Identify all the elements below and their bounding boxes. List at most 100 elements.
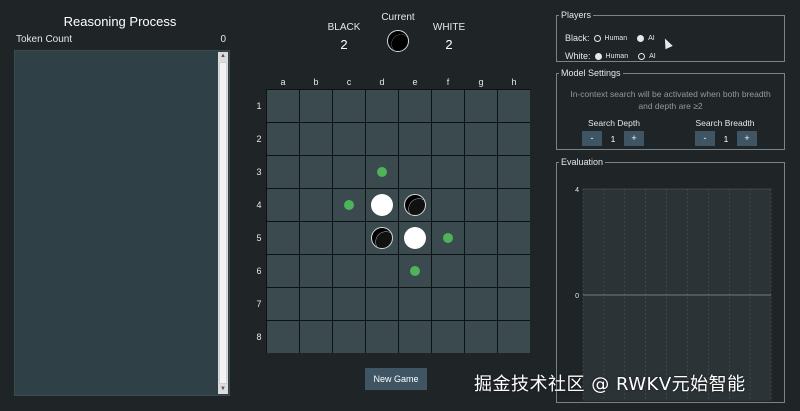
search-depth-value: 1 <box>610 134 616 144</box>
board-cell-c8[interactable] <box>333 321 365 353</box>
board-cell-e6[interactable] <box>399 255 431 287</box>
board-cell-d1[interactable] <box>366 90 398 122</box>
board-cell-b7[interactable] <box>300 288 332 320</box>
board-cell-b4[interactable] <box>300 189 332 221</box>
white-human-radio[interactable] <box>594 52 602 60</box>
token-count-label: Token Count <box>16 34 73 45</box>
board-cell-d7[interactable] <box>366 288 398 320</box>
board-cell-e7[interactable] <box>399 288 431 320</box>
board-cell-f8[interactable] <box>432 321 464 353</box>
board-cell-e3[interactable] <box>399 156 431 188</box>
board-cell-d4[interactable] <box>366 189 398 221</box>
board-cell-b5[interactable] <box>300 222 332 254</box>
row-label-8: 8 <box>256 332 262 342</box>
board-cell-g2[interactable] <box>465 123 497 155</box>
black-score-count: 2 <box>340 37 348 52</box>
board-cell-d6[interactable] <box>366 255 398 287</box>
row-label-1: 1 <box>256 101 262 111</box>
board-cell-a8[interactable] <box>267 321 299 353</box>
board-cell-b3[interactable] <box>300 156 332 188</box>
board-cell-f2[interactable] <box>432 123 464 155</box>
board-cell-e5[interactable] <box>399 222 431 254</box>
search-breadth-increment-button[interactable]: + <box>737 131 757 146</box>
board-cell-a1[interactable] <box>267 90 299 122</box>
scroll-down-icon[interactable]: ▼ <box>218 385 228 394</box>
valid-move-hint-icon[interactable] <box>377 167 387 177</box>
board-cell-g4[interactable] <box>465 189 497 221</box>
valid-move-hint-icon[interactable] <box>443 233 453 243</box>
board-cell-g7[interactable] <box>465 288 497 320</box>
board-cell-c2[interactable] <box>333 123 365 155</box>
board-cell-c6[interactable] <box>333 255 365 287</box>
board-cell-a6[interactable] <box>267 255 299 287</box>
board-cell-h3[interactable] <box>498 156 530 188</box>
board-cell-f7[interactable] <box>432 288 464 320</box>
reasoning-scrollbar[interactable]: ▲ ▼ <box>218 52 228 394</box>
board-cell-b2[interactable] <box>300 123 332 155</box>
board-cell-e8[interactable] <box>399 321 431 353</box>
board-cell-c5[interactable] <box>333 222 365 254</box>
board-cell-b6[interactable] <box>300 255 332 287</box>
black-ai-radio[interactable] <box>637 34 645 42</box>
board-cell-h6[interactable] <box>498 255 530 287</box>
board-cell-b1[interactable] <box>300 90 332 122</box>
new-game-button[interactable]: New Game <box>365 368 427 390</box>
board-cell-h1[interactable] <box>498 90 530 122</box>
board-cell-h5[interactable] <box>498 222 530 254</box>
column-label-h: h <box>511 77 517 87</box>
board-cell-a7[interactable] <box>267 288 299 320</box>
board-cell-g6[interactable] <box>465 255 497 287</box>
board-cell-d8[interactable] <box>366 321 398 353</box>
board-cell-d5[interactable] <box>366 222 398 254</box>
black-human-label[interactable]: Human <box>605 35 628 42</box>
valid-move-hint-icon[interactable] <box>344 200 354 210</box>
scroll-up-icon[interactable]: ▲ <box>218 52 228 61</box>
search-depth-increment-button[interactable]: + <box>624 131 644 146</box>
board-cell-f4[interactable] <box>432 189 464 221</box>
white-player-label: White: <box>565 51 591 61</box>
board-cell-e2[interactable] <box>399 123 431 155</box>
board-cell-e4[interactable] <box>399 189 431 221</box>
board-cell-h8[interactable] <box>498 321 530 353</box>
board-cell-g8[interactable] <box>465 321 497 353</box>
board-cell-f1[interactable] <box>432 90 464 122</box>
board-cell-c3[interactable] <box>333 156 365 188</box>
board-cell-g3[interactable] <box>465 156 497 188</box>
board-cell-c4[interactable] <box>333 189 365 221</box>
scroll-thumb[interactable] <box>219 62 227 384</box>
board-cell-h4[interactable] <box>498 189 530 221</box>
board-cell-e1[interactable] <box>399 90 431 122</box>
black-human-radio[interactable] <box>593 34 601 42</box>
board-cell-d2[interactable] <box>366 123 398 155</box>
board-cell-h7[interactable] <box>498 288 530 320</box>
column-label-f: f <box>446 77 450 87</box>
search-breadth-decrement-button[interactable]: - <box>695 131 715 146</box>
board-cell-h2[interactable] <box>498 123 530 155</box>
white-ai-radio[interactable] <box>638 52 646 60</box>
column-label-c: c <box>346 77 352 87</box>
white-ai-label[interactable]: AI <box>649 53 656 60</box>
valid-move-hint-icon[interactable] <box>410 266 420 276</box>
board-cell-a4[interactable] <box>267 189 299 221</box>
board-cell-d3[interactable] <box>366 156 398 188</box>
board-cell-b8[interactable] <box>300 321 332 353</box>
search-depth-decrement-button[interactable]: - <box>582 131 602 146</box>
board-cell-f6[interactable] <box>432 255 464 287</box>
board-cell-f3[interactable] <box>432 156 464 188</box>
board-cell-a5[interactable] <box>267 222 299 254</box>
search-depth-label: Search Depth <box>588 118 640 128</box>
board-cell-a2[interactable] <box>267 123 299 155</box>
othello-board[interactable] <box>266 89 530 353</box>
board-cell-c7[interactable] <box>333 288 365 320</box>
board-cell-a3[interactable] <box>267 156 299 188</box>
reasoning-textarea[interactable]: ▲ ▼ <box>14 50 230 396</box>
black-ai-label[interactable]: AI <box>648 35 655 42</box>
white-disc-icon <box>404 227 426 249</box>
white-human-label[interactable]: Human <box>606 53 629 60</box>
board-cell-f5[interactable] <box>432 222 464 254</box>
white-score: WHITE 2 <box>431 22 467 52</box>
column-label-d: d <box>379 77 385 87</box>
board-cell-g5[interactable] <box>465 222 497 254</box>
board-cell-c1[interactable] <box>333 90 365 122</box>
board-cell-g1[interactable] <box>465 90 497 122</box>
